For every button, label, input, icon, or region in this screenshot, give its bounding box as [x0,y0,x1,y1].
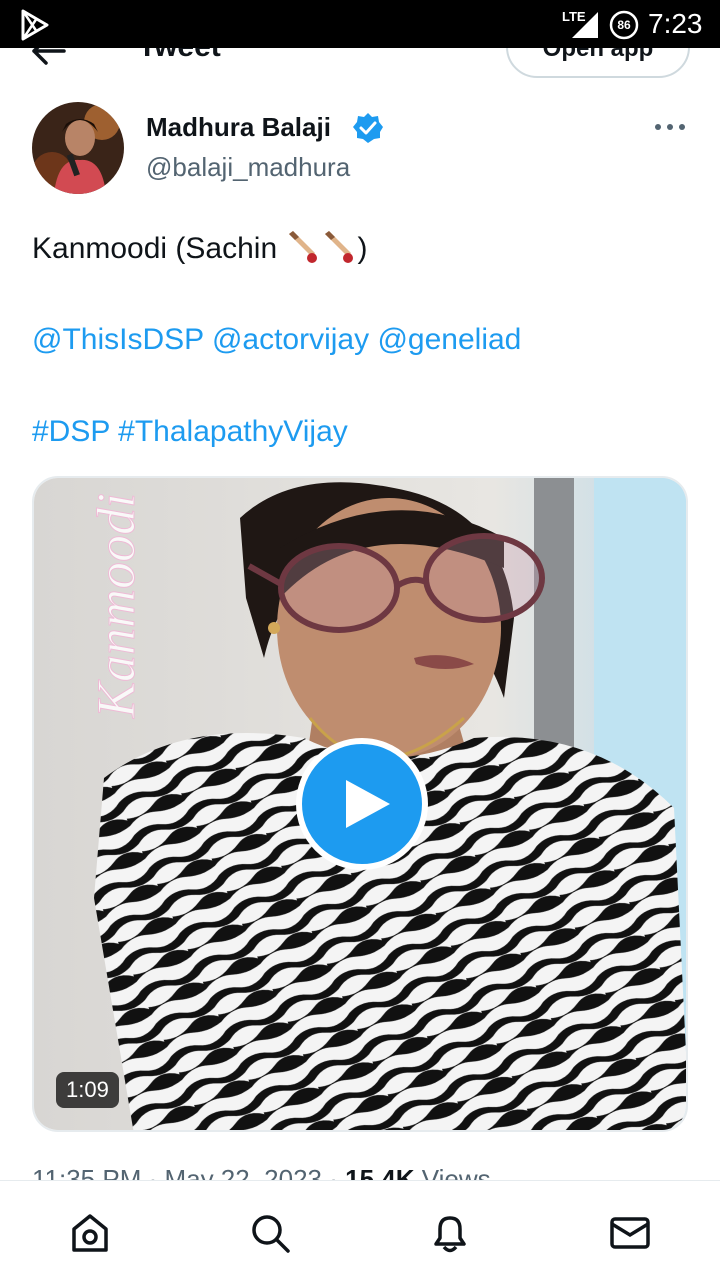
author-handle[interactable]: @balaji_madhura [146,150,350,184]
mention-link[interactable]: @geneliad [377,323,521,356]
tweet-text-main: Kanmoodi (Sachin [32,232,286,265]
notifications-bell-icon[interactable] [428,1211,472,1255]
video-player[interactable]: Kanmoodi t 1:09 [32,476,688,1132]
bottom-navigation [0,1180,720,1280]
signal-icon [572,12,598,38]
author-name[interactable]: Madhura Balaji [146,110,331,144]
hashtag-link[interactable]: #DSP [32,415,110,448]
verified-badge-icon [353,113,383,143]
video-overlay-text: Kanmoodi t [86,478,146,719]
clock: 7:23 [648,8,703,39]
video-duration: 1:09 [56,1072,119,1108]
play-video-button[interactable] [296,738,428,870]
search-icon[interactable] [248,1211,292,1255]
hashtag-link[interactable]: #ThalapathyVijay [118,415,348,448]
tweet-text: Kanmoodi (Sachin ) [32,228,367,269]
cricket-bat-icon [289,231,318,263]
avatar[interactable] [32,102,124,194]
cricket-bat-icon [325,231,354,263]
home-icon[interactable] [68,1211,112,1255]
hashtags-line: #DSP #ThalapathyVijay [32,412,348,452]
play-store-icon [21,9,49,41]
play-icon [346,780,390,828]
more-options-icon[interactable] [652,116,688,138]
mention-link[interactable]: @actorvijay [212,323,369,356]
mentions-line: @ThisIsDSP @actorvijay @geneliad [32,320,521,360]
messages-mail-icon[interactable] [608,1211,652,1255]
battery-level: 86 [617,18,631,32]
status-bar: LTE 86 7:23 [0,0,720,48]
mention-link[interactable]: @ThisIsDSP [32,323,204,356]
tweet-text-close: ) [357,232,368,265]
